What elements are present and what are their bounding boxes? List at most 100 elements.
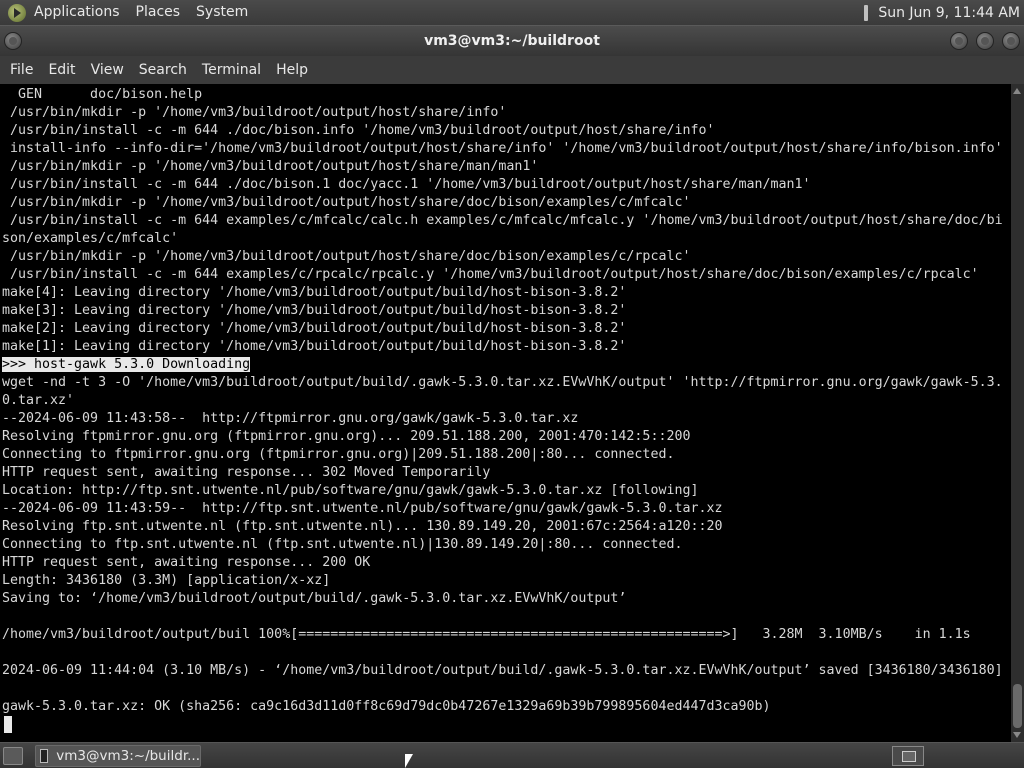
terminal-line-text: Location: http://ftp.snt.utwente.nl/pub/… <box>2 483 699 498</box>
menu-file[interactable]: File <box>4 56 42 84</box>
terminal-line: --2024-06-09 11:43:59-- http://ftp.snt.u… <box>0 500 1011 518</box>
terminal-line-text: >>> host-gawk 5.3.0 Downloading <box>2 357 251 372</box>
terminal-line: /home/vm3/buildroot/output/buil 100%[===… <box>0 626 1011 644</box>
scroll-down-arrow-icon[interactable] <box>1013 732 1021 738</box>
terminal-line: >>> host-gawk 5.3.0 Downloading <box>0 356 1011 374</box>
prompt-line <box>0 716 1011 734</box>
terminal-line-text: Resolving ftp.snt.utwente.nl (ftp.snt.ut… <box>2 519 723 534</box>
places-menu[interactable]: Places <box>128 0 189 25</box>
window-title: vm3@vm3:~/buildroot <box>424 33 600 49</box>
terminal-line: Connecting to ftpmirror.gnu.org (ftpmirr… <box>0 446 1011 464</box>
terminal-line-text: 0.tar.xz' <box>2 393 75 408</box>
terminal-line: 2024-06-09 11:44:04 (3.10 MB/s) - ‘/home… <box>0 662 1011 680</box>
terminal-output[interactable]: GEN doc/bison.help /usr/bin/mkdir -p '/h… <box>0 84 1011 742</box>
terminal-line-text: son/examples/c/mfcalc' <box>2 231 179 246</box>
system-menu[interactable]: System <box>188 0 256 25</box>
minimize-icon[interactable] <box>950 32 968 50</box>
terminal-line-text: make[3]: Leaving directory '/home/vm3/bu… <box>2 303 627 318</box>
workspace-icon[interactable] <box>902 751 916 762</box>
terminal-line-text: Length: 3436180 (3.3M) [application/x-xz… <box>2 573 331 588</box>
terminal-line: Resolving ftpmirror.gnu.org (ftpmirror.g… <box>0 428 1011 446</box>
terminal-line-text: make[1]: Leaving directory '/home/vm3/bu… <box>2 339 627 354</box>
terminal-line: gawk-5.3.0.tar.xz: OK (sha256: ca9c16d3d… <box>0 698 1011 716</box>
terminal-line-text: gawk-5.3.0.tar.xz: OK (sha256: ca9c16d3d… <box>2 699 771 714</box>
taskbar-window-label: vm3@vm3:~/buildr... <box>56 747 200 764</box>
terminal-line-text: /usr/bin/install -c -m 644 examples/c/rp… <box>2 267 979 282</box>
terminal-line: /usr/bin/install -c -m 644 ./doc/bison.i… <box>0 122 1011 140</box>
terminal-line: /usr/bin/mkdir -p '/home/vm3/buildroot/o… <box>0 248 1011 266</box>
menu-help[interactable]: Help <box>270 56 317 84</box>
menu-terminal[interactable]: Terminal <box>196 56 270 84</box>
terminal-line: 0.tar.xz' <box>0 392 1011 410</box>
terminal-line: GEN doc/bison.help <box>0 86 1011 104</box>
terminal-menubar: File Edit View Search Terminal Help <box>0 56 1024 84</box>
terminal-line-text: HTTP request sent, awaiting response... … <box>2 555 371 570</box>
maximize-icon[interactable] <box>976 32 994 50</box>
terminal-line: make[2]: Leaving directory '/home/vm3/bu… <box>0 320 1011 338</box>
terminal-line-text: /usr/bin/mkdir -p '/home/vm3/buildroot/o… <box>2 105 507 120</box>
terminal-scrollbar[interactable] <box>1011 84 1024 742</box>
terminal-line: /usr/bin/mkdir -p '/home/vm3/buildroot/o… <box>0 158 1011 176</box>
terminal-line: make[1]: Leaving directory '/home/vm3/bu… <box>0 338 1011 356</box>
terminal-line: /usr/bin/install -c -m 644 examples/c/mf… <box>0 212 1011 230</box>
terminal-line-text: /usr/bin/install -c -m 644 ./doc/bison.1… <box>2 177 811 192</box>
gnome-foot-icon[interactable] <box>8 3 26 22</box>
clock[interactable]: Sun Jun 9, 11:44 AM <box>878 5 1024 21</box>
terminal-line: HTTP request sent, awaiting response... … <box>0 554 1011 572</box>
terminal-line-text: /usr/bin/mkdir -p '/home/vm3/buildroot/o… <box>2 249 691 264</box>
show-desktop-icon[interactable] <box>3 746 23 765</box>
terminal-line-text: Connecting to ftp.snt.utwente.nl (ftp.sn… <box>2 537 683 552</box>
workspace-switcher[interactable] <box>892 746 924 766</box>
terminal-line-text: GEN doc/bison.help <box>2 87 203 102</box>
terminal-line: --2024-06-09 11:43:58-- http://ftpmirror… <box>0 410 1011 428</box>
close-icon[interactable] <box>1002 32 1020 50</box>
window-titlebar[interactable]: vm3@vm3:~/buildroot <box>0 25 1024 56</box>
terminal-line: make[4]: Leaving directory '/home/vm3/bu… <box>0 284 1011 302</box>
terminal-line: Location: http://ftp.snt.utwente.nl/pub/… <box>0 482 1011 500</box>
terminal-line: /usr/bin/install -c -m 644 ./doc/bison.1… <box>0 176 1011 194</box>
terminal-line-text: 2024-06-09 11:44:04 (3.10 MB/s) - ‘/home… <box>2 663 1003 678</box>
scroll-up-arrow-icon[interactable] <box>1013 88 1021 94</box>
terminal-line-text: install-info --info-dir='/home/vm3/build… <box>2 141 1003 156</box>
terminal-line-text: --2024-06-09 11:43:58-- http://ftpmirror… <box>2 411 579 426</box>
text-cursor <box>4 716 12 733</box>
terminal-line-text: Saving to: ‘/home/vm3/buildroot/output/b… <box>2 591 627 606</box>
terminal-line: HTTP request sent, awaiting response... … <box>0 464 1011 482</box>
terminal-line-text: wget -nd -t 3 -O '/home/vm3/buildroot/ou… <box>2 375 1003 390</box>
terminal-line-text: --2024-06-09 11:43:59-- http://ftp.snt.u… <box>2 501 723 516</box>
terminal-line-text: make[2]: Leaving directory '/home/vm3/bu… <box>2 321 627 336</box>
bottom-panel: vm3@vm3:~/buildr... <box>0 742 1024 768</box>
terminal-line-text: /usr/bin/install -c -m 644 examples/c/mf… <box>2 213 1003 228</box>
terminal-line-text: make[4]: Leaving directory '/home/vm3/bu… <box>2 285 627 300</box>
menu-search[interactable]: Search <box>133 56 196 84</box>
terminal-line-text: /usr/bin/install -c -m 644 ./doc/bison.i… <box>2 123 715 138</box>
terminal-line-text: /home/vm3/buildroot/output/buil 100%[===… <box>2 627 971 642</box>
terminal-line: Resolving ftp.snt.utwente.nl (ftp.snt.ut… <box>0 518 1011 536</box>
terminal-line: install-info --info-dir='/home/vm3/build… <box>0 140 1011 158</box>
network-icon[interactable] <box>864 4 869 21</box>
scrollbar-thumb[interactable] <box>1013 684 1022 728</box>
terminal-line: son/examples/c/mfcalc' <box>0 230 1011 248</box>
top-panel: Applications Places System Sun Jun 9, 11… <box>0 0 1024 25</box>
menu-view[interactable]: View <box>85 56 133 84</box>
taskbar-window-button[interactable]: vm3@vm3:~/buildr... <box>35 744 201 767</box>
terminal-line: Saving to: ‘/home/vm3/buildroot/output/b… <box>0 590 1011 608</box>
terminal-line: /usr/bin/mkdir -p '/home/vm3/buildroot/o… <box>0 104 1011 122</box>
terminal-line-text: /usr/bin/mkdir -p '/home/vm3/buildroot/o… <box>2 195 691 210</box>
terminal-line: Length: 3436180 (3.3M) [application/x-xz… <box>0 572 1011 590</box>
terminal-line-text: /usr/bin/mkdir -p '/home/vm3/buildroot/o… <box>2 159 539 174</box>
window-menu-icon[interactable] <box>4 32 22 50</box>
terminal-line: /usr/bin/install -c -m 644 examples/c/rp… <box>0 266 1011 284</box>
menu-edit[interactable]: Edit <box>42 56 84 84</box>
terminal-line-text: Connecting to ftpmirror.gnu.org (ftpmirr… <box>2 447 675 462</box>
terminal-line: wget -nd -t 3 -O '/home/vm3/buildroot/ou… <box>0 374 1011 392</box>
terminal-icon <box>40 748 49 763</box>
mouse-pointer-icon <box>405 754 413 768</box>
terminal-line: make[3]: Leaving directory '/home/vm3/bu… <box>0 302 1011 320</box>
terminal-line: Connecting to ftp.snt.utwente.nl (ftp.sn… <box>0 536 1011 554</box>
applications-menu[interactable]: Applications <box>26 0 128 25</box>
terminal-line-text: Resolving ftpmirror.gnu.org (ftpmirror.g… <box>2 429 691 444</box>
